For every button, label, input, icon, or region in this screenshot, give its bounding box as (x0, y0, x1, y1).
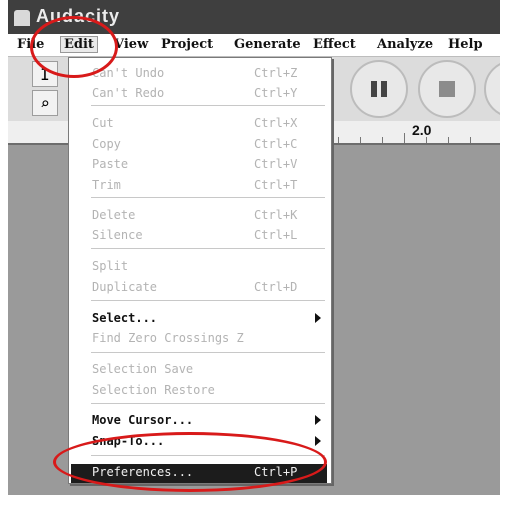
submenu-arrow-icon (315, 436, 321, 446)
ruler-tick (338, 137, 339, 143)
menu-item-label: Can't Redo (92, 86, 165, 100)
annotation-oval-preferences (53, 432, 327, 492)
menu-help[interactable]: Help (448, 37, 483, 52)
stop-button[interactable] (418, 60, 476, 118)
menu-item-label: Split (92, 259, 129, 273)
menu-item-label: Move Cursor... (92, 413, 194, 427)
stop-icon (439, 81, 455, 97)
menu-item-duplicate[interactable]: Duplicate Ctrl+D (92, 280, 322, 298)
menu-item-can-t-redo[interactable]: Can't Redo Ctrl+Y (92, 86, 322, 104)
menu-item-trim[interactable]: Trim Ctrl+T (92, 178, 322, 196)
menu-item-label: Delete (92, 208, 136, 222)
menu-item-paste[interactable]: Paste Ctrl+V (92, 157, 322, 175)
menu-item-label: Select... (92, 311, 158, 325)
annotation-oval-edit (30, 16, 118, 78)
ruler-tick (426, 137, 427, 143)
ruler-tick (404, 133, 405, 143)
ruler-label: 2.0 (412, 122, 432, 138)
pause-icon-bar (381, 81, 387, 97)
menu-item-shortcut: Ctrl+L (254, 228, 298, 242)
menu-item-silence[interactable]: Silence Ctrl+L (92, 228, 322, 246)
menu-item-shortcut: Ctrl+D (254, 280, 298, 294)
menu-separator (91, 197, 325, 198)
menu-item-shortcut: Ctrl+Z (254, 66, 298, 80)
menu-separator (91, 403, 325, 404)
ruler-tick (470, 137, 471, 143)
menu-separator (91, 105, 325, 106)
menu-view[interactable]: View (114, 37, 148, 52)
menu-item-find-zero-crossings-z[interactable]: Find Zero Crossings Z (92, 331, 322, 349)
menu-item-shortcut: Ctrl+V (254, 157, 298, 171)
menu-item-label: Selection Restore (92, 383, 215, 397)
menu-separator (91, 300, 325, 301)
menu-item-can-t-undo[interactable]: Can't Undo Ctrl+Z (92, 66, 322, 84)
menu-analyze[interactable]: Analyze (377, 37, 433, 52)
ruler-tick (360, 137, 361, 143)
menu-item-move-cursor[interactable]: Move Cursor... (92, 413, 322, 431)
menu-generate[interactable]: Generate (234, 37, 301, 52)
menu-item-split[interactable]: Split (92, 259, 322, 277)
menu-item-shortcut: Ctrl+C (254, 137, 298, 151)
menu-item-label: Duplicate (92, 280, 158, 294)
menu-effect[interactable]: Effect (313, 37, 356, 52)
menu-item-selection-restore[interactable]: Selection Restore (92, 383, 322, 401)
menu-item-label: Find Zero Crossings Z (92, 331, 244, 345)
menu-item-shortcut: Ctrl+Y (254, 86, 298, 100)
ruler-tick (448, 137, 449, 143)
menu-item-selection-save[interactable]: Selection Save (92, 362, 322, 380)
menu-item-shortcut: Ctrl+T (254, 178, 298, 192)
menu-item-select[interactable]: Select... (92, 311, 322, 329)
menu-item-label: Copy (92, 137, 121, 151)
submenu-arrow-icon (315, 415, 321, 425)
pause-button[interactable] (350, 60, 408, 118)
submenu-arrow-icon (315, 313, 321, 323)
menu-item-label: Selection Save (92, 362, 194, 376)
ruler-tick (382, 137, 383, 143)
menu-separator (91, 352, 325, 353)
menu-item-shortcut: Ctrl+X (254, 116, 298, 130)
menu-item-delete[interactable]: Delete Ctrl+K (92, 208, 322, 226)
menu-separator (91, 248, 325, 249)
menu-item-label: Cut (92, 116, 114, 130)
edit-menu-dropdown: Can't Undo Ctrl+Z Can't Redo Ctrl+Y Cut Ctrl+… (68, 57, 332, 484)
zoom-tool-icon[interactable]: ⌕ (32, 90, 58, 116)
menu-item-label: Trim (92, 178, 121, 192)
menu-item-label: Paste (92, 157, 129, 171)
app-window: Audacity File Edit View Project Generate… (8, 0, 500, 495)
pause-icon (371, 81, 377, 97)
menu-project[interactable]: Project (161, 37, 213, 52)
menu-item-label: Silence (92, 228, 143, 242)
app-icon (14, 10, 30, 26)
menu-item-cut[interactable]: Cut Ctrl+X (92, 116, 322, 134)
menu-item-shortcut: Ctrl+K (254, 208, 298, 222)
menu-item-copy[interactable]: Copy Ctrl+C (92, 137, 322, 155)
